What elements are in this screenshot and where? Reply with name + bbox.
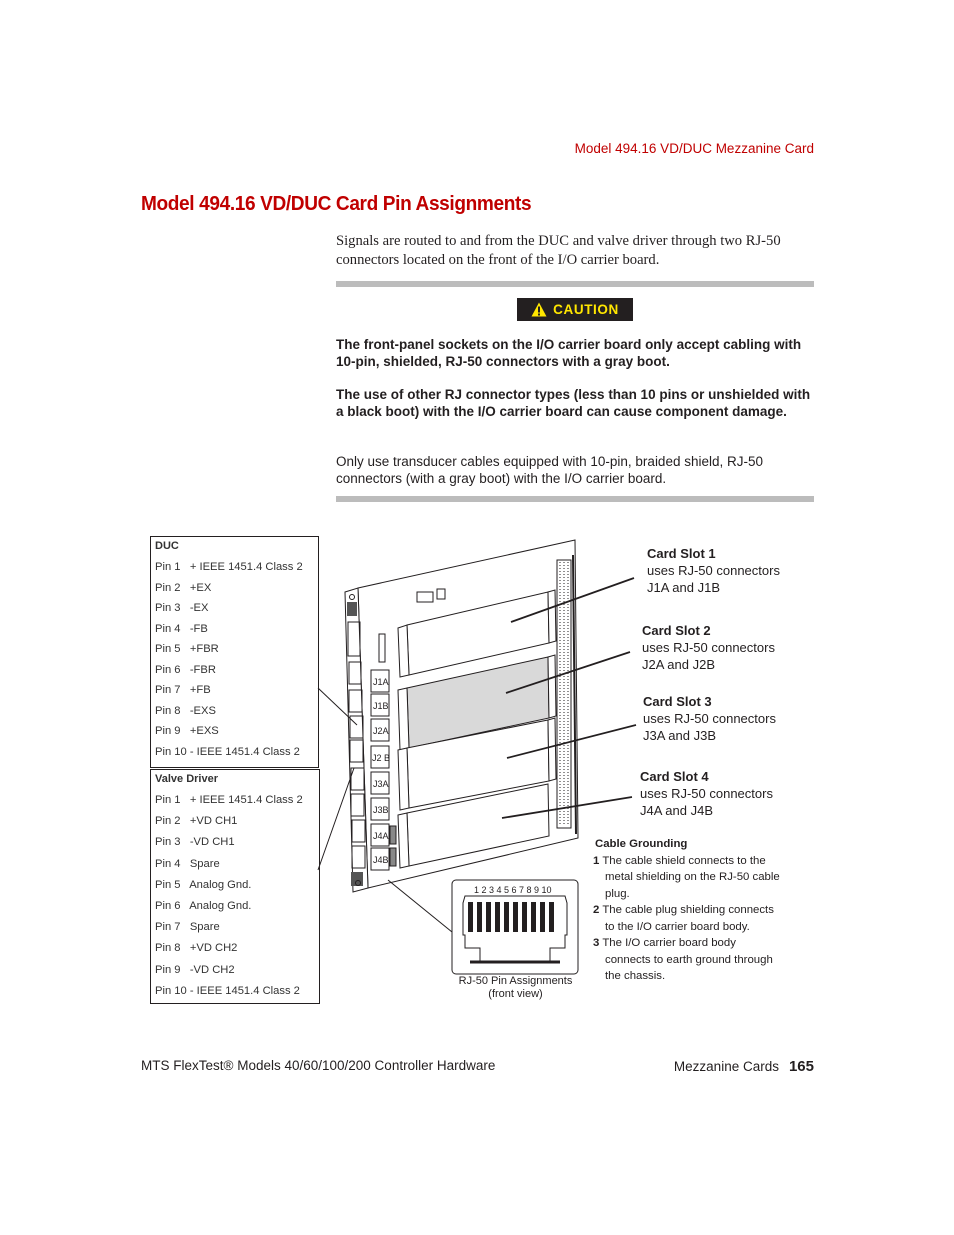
footer-chapter: Mezzanine Cards 165 xyxy=(600,1058,814,1075)
card-slot-4-callout: Card Slot 4 uses RJ-50 connectors J4A an… xyxy=(640,768,773,819)
card-slot-3-title: Card Slot 3 xyxy=(643,694,712,709)
jack-label-j1a: J1A xyxy=(373,677,389,687)
card-slot-4-line1: uses RJ-50 connectors xyxy=(640,786,773,801)
cable-grounding-notes: Cable Grounding 1 The cable shield conne… xyxy=(592,836,782,985)
item-number: 3 xyxy=(593,937,600,949)
card-slot-1-line2: J1A and J1B xyxy=(647,580,720,595)
page-number: 165 xyxy=(788,1058,814,1075)
rj50-caption-line1: RJ-50 Pin Assignments xyxy=(458,975,573,987)
card-slot-2-line2: J2A and J2B xyxy=(642,657,715,672)
card-slot-4-line2: J4A and J4B xyxy=(640,803,713,818)
card-slot-1-line1: uses RJ-50 connectors xyxy=(647,563,780,578)
jack-label-j2a: J2A xyxy=(373,726,389,736)
card-slot-2-line1: uses RJ-50 connectors xyxy=(642,640,775,655)
item-text: The cable plug shielding connects to the… xyxy=(602,904,774,933)
item-number: 1 xyxy=(593,854,600,867)
card-slot-3-line1: uses RJ-50 connectors xyxy=(643,711,776,726)
footer-chapter-name: Mezzanine Cards xyxy=(673,1059,779,1074)
rj50-caption: RJ-50 Pin Assignments (front view) xyxy=(448,975,583,1000)
card-slot-3-callout: Card Slot 3 uses RJ-50 connectors J3A an… xyxy=(643,693,776,744)
card-slot-2-title: Card Slot 2 xyxy=(642,623,711,638)
jack-label-j4b: J4B xyxy=(373,855,389,865)
item-number: 2 xyxy=(593,904,600,916)
card-slot-2-callout: Card Slot 2 uses RJ-50 connectors J2A an… xyxy=(642,622,775,673)
cable-grounding-item: 1 The cable shield connects to the metal… xyxy=(592,853,782,903)
jack-label-j3a: J3A xyxy=(373,779,389,789)
rj50-caption-line2: (front view) xyxy=(488,987,543,1000)
cable-grounding-item: 3 The I/O carrier board body connects to… xyxy=(592,935,782,985)
item-text: The I/O carrier board body connects to e… xyxy=(602,937,773,982)
card-slot-3-line2: J3A and J3B xyxy=(643,728,716,743)
jack-label-j4a: J4A xyxy=(373,831,389,841)
footer-document-title: MTS FlexTest® Models 40/60/100/200 Contr… xyxy=(141,1058,496,1073)
item-text: The cable shield connects to the metal s… xyxy=(602,854,780,900)
jack-label-j1b: J1B xyxy=(373,701,389,711)
card-slot-4-title: Card Slot 4 xyxy=(640,769,709,784)
jack-label-j3b: J3B xyxy=(373,805,389,815)
card-slot-1-title: Card Slot 1 xyxy=(647,546,716,561)
rj50-pin-numbers: 1 2 3 4 5 6 7 8 9 10 xyxy=(474,885,552,895)
jack-label-j2b: J2 B xyxy=(372,753,390,763)
cable-grounding-title: Cable Grounding xyxy=(595,838,688,850)
card-slot-1-callout: Card Slot 1 uses RJ-50 connectors J1A an… xyxy=(647,545,780,596)
cable-grounding-item: 2 The cable plug shielding connects to t… xyxy=(592,902,782,935)
carrier-board-illustration: J1A J1B J2A J2 B J3A J3B J4A J4B 1 2 3 4… xyxy=(317,539,637,975)
